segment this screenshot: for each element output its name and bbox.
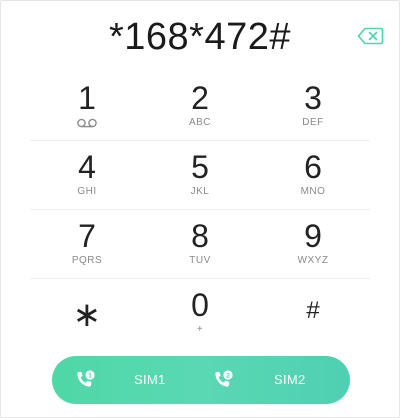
dialed-number-display: *168*472# xyxy=(108,16,291,58)
key-digit: 5 xyxy=(191,149,209,185)
key-letters: WXYZ xyxy=(297,255,329,266)
key-digit: 9 xyxy=(304,218,322,254)
key-9[interactable]: 9 WXYZ xyxy=(268,210,358,278)
dial-keypad: 1 2 ABC 3 DEF 4 GHI 5 JKL 6 MNO 7 PQRS 8… xyxy=(30,72,370,347)
key-letters: PQRS xyxy=(71,255,103,266)
backspace-icon xyxy=(357,27,384,45)
key-letters: TUV xyxy=(189,255,211,266)
key-hash[interactable]: # xyxy=(268,279,358,347)
keypad-row: ∗ 0 + # xyxy=(30,278,370,347)
backspace-button[interactable] xyxy=(357,27,384,45)
sim2-badge: 2 xyxy=(226,372,230,379)
key-5[interactable]: 5 JKL xyxy=(155,141,245,209)
key-star[interactable]: ∗ xyxy=(42,279,132,347)
call-bar: 1 SIM1 2 SIM2 xyxy=(52,356,350,404)
sim2-label: SIM2 xyxy=(274,372,306,387)
key-digit: 4 xyxy=(78,149,96,185)
key-4[interactable]: 4 GHI xyxy=(42,141,132,209)
key-2[interactable]: 2 ABC xyxy=(155,72,245,140)
sim1-badge: 1 xyxy=(88,372,92,379)
key-letters: ABC xyxy=(188,117,212,128)
key-letters: MNO xyxy=(300,186,326,197)
key-digit: 8 xyxy=(191,218,209,254)
key-symbol: # xyxy=(306,297,320,324)
key-digit: 2 xyxy=(191,80,209,116)
key-letters: GHI xyxy=(77,186,97,197)
key-letters: DEF xyxy=(302,117,324,128)
key-digit: 0 xyxy=(191,287,209,323)
phone-call-icon: 2 xyxy=(215,370,233,387)
call-sim1-button[interactable]: 1 SIM1 xyxy=(52,356,201,404)
key-0[interactable]: 0 + xyxy=(155,279,245,347)
key-3[interactable]: 3 DEF xyxy=(268,72,358,140)
keypad-row: 4 GHI 5 JKL 6 MNO xyxy=(30,140,370,209)
key-symbol: ∗ xyxy=(72,296,102,334)
key-letters: + xyxy=(196,324,204,335)
key-8[interactable]: 8 TUV xyxy=(155,210,245,278)
voicemail-icon xyxy=(77,118,97,128)
phone-call-icon: 1 xyxy=(77,370,95,387)
call-sim2-button[interactable]: 2 SIM2 xyxy=(201,356,350,404)
keypad-row: 1 2 ABC 3 DEF xyxy=(30,72,370,140)
key-digit: 7 xyxy=(78,218,96,254)
key-digit: 1 xyxy=(78,80,96,116)
key-7[interactable]: 7 PQRS xyxy=(42,210,132,278)
key-digit: 6 xyxy=(304,149,322,185)
keypad-row: 7 PQRS 8 TUV 9 WXYZ xyxy=(30,209,370,278)
key-1[interactable]: 1 xyxy=(42,72,132,140)
key-digit: 3 xyxy=(304,80,322,116)
sim1-label: SIM1 xyxy=(134,372,166,387)
key-6[interactable]: 6 MNO xyxy=(268,141,358,209)
key-letters: JKL xyxy=(190,186,210,197)
